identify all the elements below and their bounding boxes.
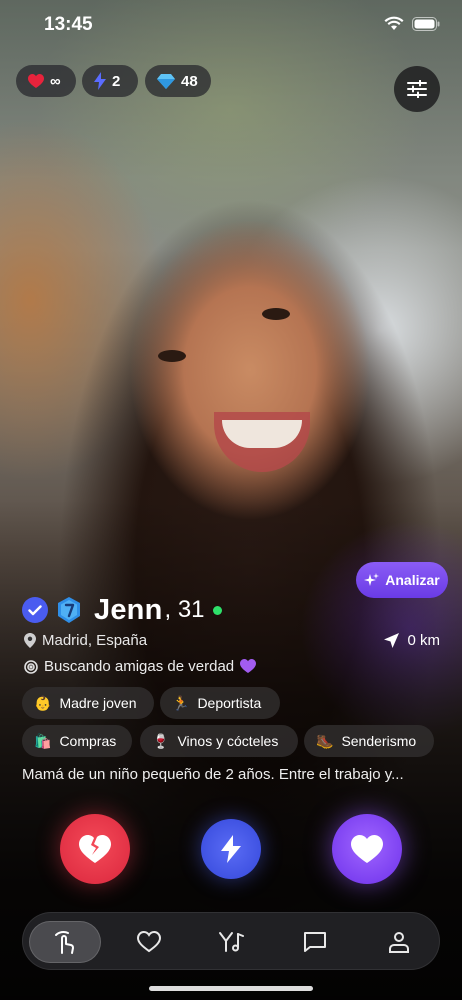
analyze-label: Analizar (385, 572, 440, 588)
nav-profile[interactable] (377, 921, 421, 963)
status-bar: 13:45 (0, 14, 462, 40)
tag-chip: 🏃 Deportista (160, 687, 280, 719)
tag-emoji: 🍷 (152, 732, 170, 749)
boosts-counter[interactable]: 2 (82, 65, 138, 97)
likes-counter[interactable]: ∞ (16, 65, 76, 97)
navigation-arrow-icon (384, 633, 400, 648)
looking-for: Buscando amigas de verdad (24, 658, 257, 675)
bottom-nav (22, 912, 440, 970)
tag-emoji: 🛍️ (34, 732, 52, 749)
heart-icon (351, 834, 383, 863)
location-text: Madrid, España (42, 632, 148, 649)
match-music-icon (219, 932, 244, 952)
sparkles-icon (364, 572, 380, 586)
nav-discover[interactable] (29, 921, 101, 963)
app-screen: 13:45 ∞ 2 48 Analizar Jenn , 31 Madrid, … (0, 0, 462, 1000)
tag-chip: 👶 Madre joven (22, 687, 154, 719)
boost-button[interactable] (201, 819, 261, 879)
nav-likes[interactable] (127, 921, 171, 963)
analyze-button[interactable]: Analizar (356, 562, 448, 598)
tag-emoji: 👶 (34, 694, 52, 711)
heart-outline-icon (137, 931, 161, 953)
online-indicator (212, 605, 222, 615)
bolt-icon (221, 835, 241, 863)
status-icons (384, 16, 440, 31)
tag-emoji: 🏃 (172, 694, 190, 711)
tag-chip: 🍷 Vinos y cócteles (140, 725, 298, 757)
pass-button[interactable] (60, 814, 130, 884)
profile-distance: 0 km (384, 632, 440, 649)
like-button[interactable] (332, 814, 402, 884)
profile-age: , 31 (164, 596, 205, 623)
sliders-icon (407, 80, 427, 98)
tag-chip: 🛍️ Compras (22, 725, 132, 757)
profile-name: Jenn (94, 593, 163, 626)
boosts-count: 2 (112, 72, 121, 90)
distance-text: 0 km (407, 632, 440, 649)
looking-for-text: Buscando amigas de verdad (44, 658, 235, 675)
bolt-icon (94, 72, 106, 90)
nav-chat[interactable] (293, 921, 337, 963)
tag-chip: 🥾 Senderismo (304, 725, 434, 757)
tag-emoji: 🥾 (316, 732, 334, 749)
target-icon (24, 659, 38, 674)
verified-icon (22, 597, 48, 623)
level-badge-icon (56, 597, 82, 623)
status-time: 13:45 (44, 14, 93, 35)
gems-count: 48 (181, 72, 198, 90)
tag-label: Madre joven (59, 695, 137, 711)
tag-label: Deportista (197, 695, 262, 711)
profile-name-row: Jenn , 31 (22, 592, 222, 628)
profile-bio[interactable]: Mamá de un niño pequeño de 2 años. Entre… (22, 766, 452, 783)
purple-heart-icon (240, 659, 257, 673)
battery-icon (412, 16, 440, 31)
swipe-icon (55, 930, 74, 954)
nav-match-music[interactable] (209, 921, 253, 963)
profile-icon (389, 932, 409, 953)
likes-count: ∞ (50, 72, 61, 90)
diamond-icon (157, 73, 175, 89)
profile-location: Madrid, España (24, 632, 147, 649)
tag-label: Senderismo (341, 733, 417, 749)
gems-counter[interactable]: 48 (145, 65, 211, 97)
location-pin-icon (24, 633, 36, 648)
tag-label: Vinos y cócteles (177, 733, 279, 749)
broken-heart-icon (79, 834, 111, 863)
home-indicator (149, 986, 313, 991)
tag-label: Compras (59, 733, 117, 749)
chat-icon (304, 932, 326, 952)
wifi-icon (384, 16, 404, 30)
filters-button[interactable] (394, 66, 440, 112)
heart-icon (28, 73, 44, 88)
